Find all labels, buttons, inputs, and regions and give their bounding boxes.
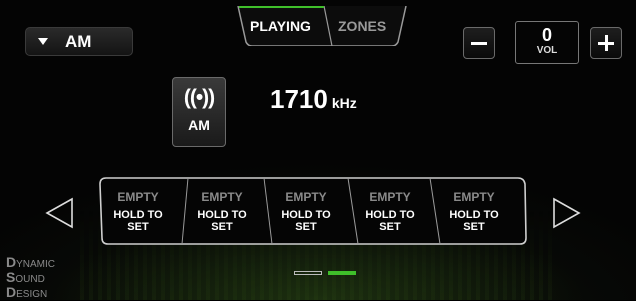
preset-title: EMPTY [201, 190, 243, 204]
preset-line2: SET [127, 221, 149, 233]
dynamic-sound-design-logo: DYNAMIC SOUND DESIGN [6, 254, 56, 301]
logo-initial: D [6, 254, 17, 270]
preset-line2: SET [211, 221, 233, 233]
broadcast-icon: ((•)) [183, 86, 215, 109]
preset-slot-5[interactable]: EMPTY HOLD TO SET [444, 190, 504, 233]
preset-title: EMPTY [453, 190, 495, 204]
volume-value: 0 [541, 25, 552, 45]
logo-line: YNAMIC [16, 259, 56, 270]
frequency-display: 1710 kHz [270, 84, 357, 115]
preset-line2: SET [379, 221, 401, 233]
preset-line1: HOLD TO [281, 209, 331, 221]
next-arrow-icon[interactable] [552, 197, 582, 229]
preset-line1: HOLD TO [365, 209, 415, 221]
plus-icon-v [605, 35, 608, 51]
top-tabs: PLAYING ZONES [236, 6, 408, 46]
tab-playing[interactable]: PLAYING [250, 18, 311, 34]
source-dropdown[interactable]: AM [25, 27, 133, 56]
source-label: AM [65, 31, 92, 51]
frequency-unit: kHz [331, 95, 357, 111]
preset-title: EMPTY [117, 190, 159, 204]
caret-down-icon [38, 38, 48, 45]
page-indicator-1[interactable] [294, 271, 322, 275]
preset-slot-4[interactable]: EMPTY HOLD TO SET [360, 190, 420, 233]
preset-slot-3[interactable]: EMPTY HOLD TO SET [276, 190, 336, 233]
minus-icon [471, 42, 487, 45]
tab-zones[interactable]: ZONES [338, 18, 386, 34]
volume-display: 0 VOL [515, 21, 579, 64]
volume-label: VOL [536, 45, 558, 56]
band-button[interactable]: ((•)) AM [172, 77, 226, 147]
previous-arrow-icon[interactable] [44, 197, 74, 229]
preset-title: EMPTY [369, 190, 411, 204]
logo-initial: D [6, 284, 17, 300]
preset-line1: HOLD TO [113, 209, 163, 221]
logo-line: OUND [15, 274, 45, 285]
volume-down-button[interactable] [463, 27, 495, 59]
preset-line1: HOLD TO [197, 209, 247, 221]
page-indicator-2[interactable] [328, 271, 356, 275]
band-label: AM [188, 117, 210, 133]
preset-line2: SET [295, 221, 317, 233]
volume-up-button[interactable] [590, 27, 622, 59]
frequency-value: 1710 [270, 84, 328, 114]
logo-line: ESIGN [16, 289, 48, 300]
preset-slot-2[interactable]: EMPTY HOLD TO SET [192, 190, 252, 233]
preset-line2: SET [463, 221, 485, 233]
preset-title: EMPTY [285, 190, 327, 204]
preset-line1: HOLD TO [449, 209, 499, 221]
preset-slot-1[interactable]: EMPTY HOLD TO SET [108, 190, 168, 233]
logo-initial: S [6, 269, 16, 285]
